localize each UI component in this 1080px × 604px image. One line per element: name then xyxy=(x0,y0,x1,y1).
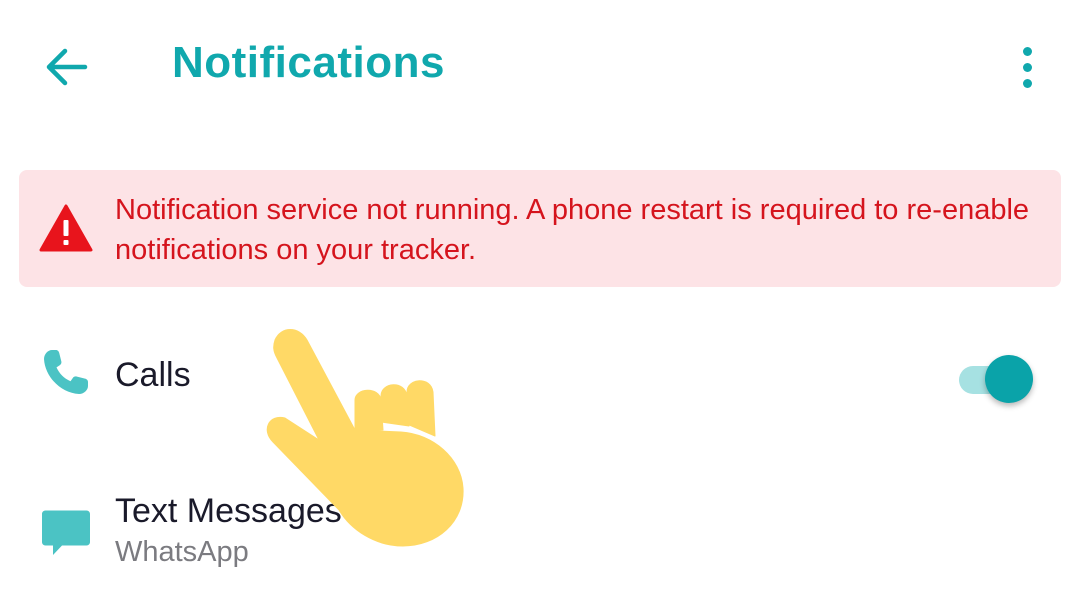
more-vertical-icon-dot xyxy=(1022,78,1032,88)
toggle-thumb xyxy=(985,355,1033,403)
calls-setting-row[interactable]: Calls xyxy=(0,320,1080,430)
warning-triangle-icon xyxy=(39,204,93,252)
calls-toggle[interactable] xyxy=(955,354,1037,403)
back-button[interactable] xyxy=(40,40,94,94)
notification-service-alert: Notification service not running. A phon… xyxy=(19,170,1061,287)
phone-icon xyxy=(44,350,88,394)
alert-message: Notification service not running. A phon… xyxy=(115,194,1030,266)
page-title: Notifications xyxy=(172,38,445,87)
calls-label: Calls xyxy=(115,356,191,394)
text-messages-setting-row[interactable]: Text Messages WhatsApp xyxy=(0,470,1080,590)
more-options-button[interactable] xyxy=(1002,40,1052,94)
notifications-screen: Notifications Notification service not r… xyxy=(0,0,1080,604)
arrow-left-icon xyxy=(46,48,88,86)
more-vertical-icon xyxy=(1022,46,1032,56)
more-vertical-icon-dot xyxy=(1022,62,1032,72)
text-messages-label: Text Messages xyxy=(115,492,342,530)
chat-bubble-icon xyxy=(42,510,90,555)
app-bar: Notifications xyxy=(0,0,1080,130)
text-messages-sublabel: WhatsApp xyxy=(115,536,249,568)
